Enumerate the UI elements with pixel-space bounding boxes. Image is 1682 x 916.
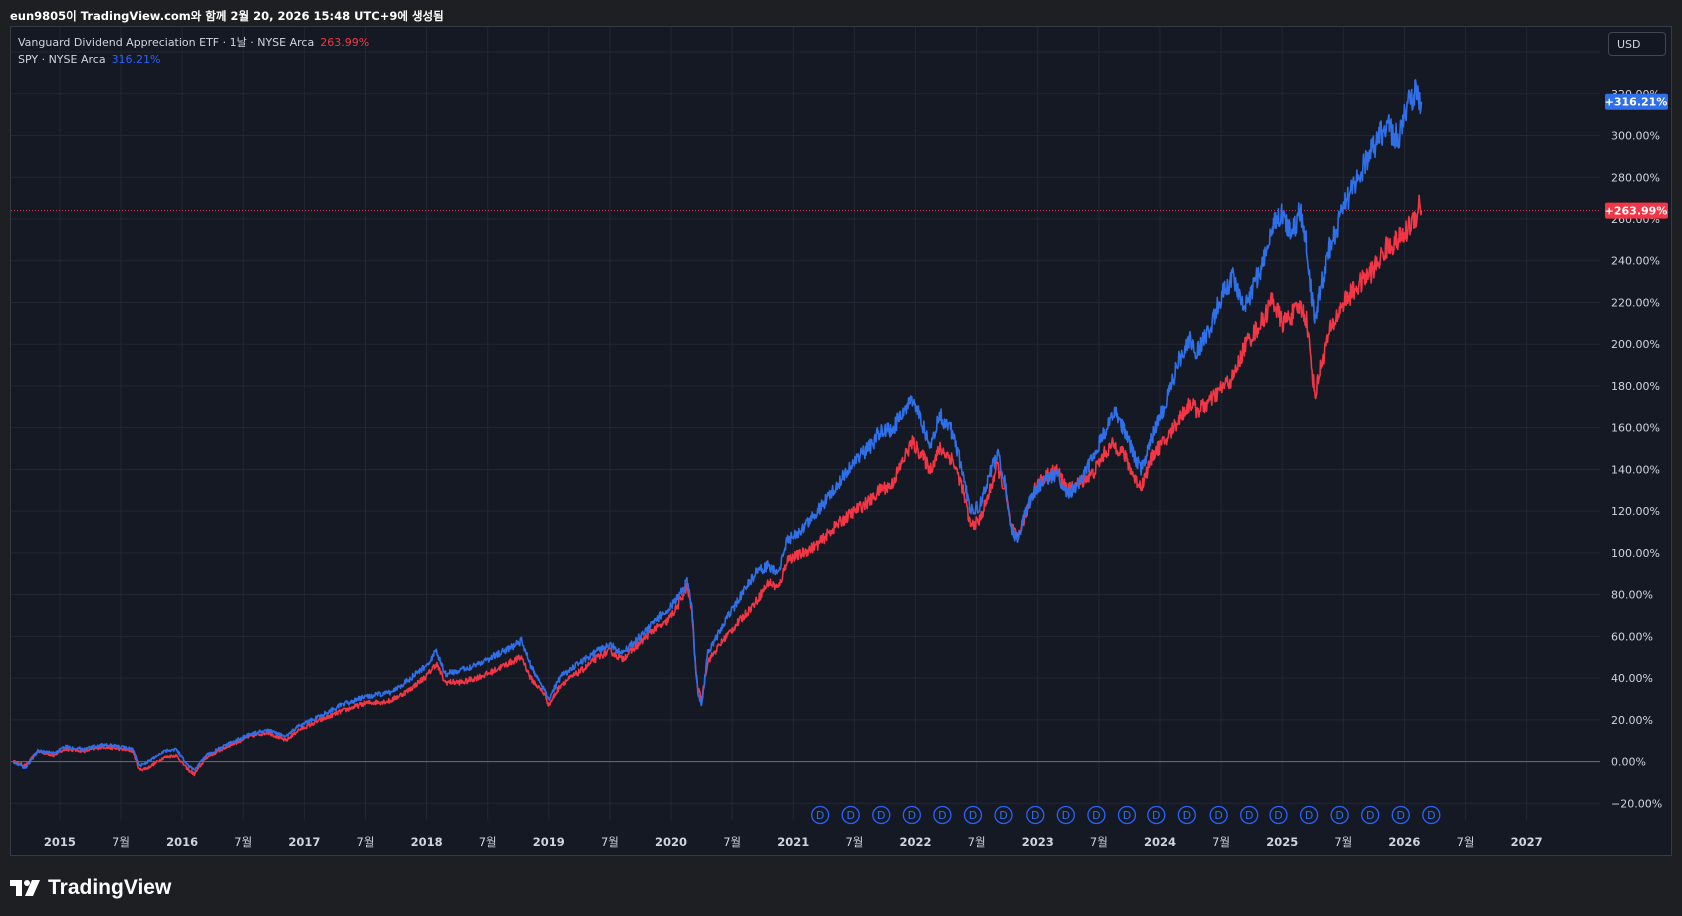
- y-tick-label: 80.00%: [1611, 589, 1653, 602]
- x-tick-label: 2015: [44, 835, 76, 849]
- dividend-marker-label: D: [1031, 809, 1039, 822]
- x-tick-label: 7월: [1334, 835, 1352, 849]
- y-tick-label: 20.00%: [1611, 714, 1653, 727]
- series-line-spy[interactable]: [12, 79, 1423, 771]
- legend-label-vig: Vanguard Dividend Appreciation ETF · 1날 …: [18, 36, 315, 49]
- x-tick-label: 7월: [968, 835, 986, 849]
- comparison-line-chart[interactable]: −20.00% 0.00% 20.00% 40.00% 60.00% 80.00% 100.…: [0, 0, 1682, 916]
- x-tick-label: 2024: [1144, 835, 1176, 849]
- x-tick-label: 2022: [899, 835, 931, 849]
- dividend-marker-label: D: [1245, 809, 1253, 822]
- legend-row-vig[interactable]: Vanguard Dividend Appreciation ETF · 1날 …: [18, 34, 369, 51]
- y-tick-label: 160.00%: [1611, 422, 1660, 435]
- dividend-marker-label: D: [1214, 809, 1222, 822]
- dividend-marker-label: D: [1152, 809, 1160, 822]
- x-tick-label: 7월: [234, 835, 252, 849]
- dividend-marker-label: D: [877, 809, 885, 822]
- footer-brand: TradingView: [10, 874, 171, 902]
- legend-row-spy[interactable]: SPY · NYSE Arca 316.21%: [18, 51, 369, 68]
- y-tick-label: 300.00%: [1611, 130, 1660, 143]
- dividend-marker-label: D: [999, 809, 1007, 822]
- x-tick-label: 7월: [479, 835, 497, 849]
- y-tick-label: 0.00%: [1611, 756, 1646, 769]
- x-tick-label: 7월: [601, 835, 619, 849]
- dividend-marker-label: D: [846, 809, 854, 822]
- x-tick-label: 2027: [1511, 835, 1543, 849]
- legend-value-vig: 263.99%: [320, 36, 370, 49]
- series-legend: Vanguard Dividend Appreciation ETF · 1날 …: [18, 34, 369, 68]
- dividend-marker-label: D: [1335, 809, 1343, 822]
- dividend-marker-label: D: [1366, 809, 1374, 822]
- x-tick-label: 2017: [288, 835, 320, 849]
- x-tick-label: 2023: [1022, 835, 1054, 849]
- dividend-marker-label: D: [1123, 809, 1131, 822]
- y-tick-label: 100.00%: [1611, 547, 1660, 560]
- last-value-badge-label: +263.99%: [1605, 205, 1668, 218]
- dividend-marker-label: D: [816, 809, 824, 822]
- x-tick-label: 7월: [112, 835, 130, 849]
- x-tick-label: 2016: [166, 835, 198, 849]
- y-tick-label: 240.00%: [1611, 255, 1660, 268]
- x-tick-label: 7월: [357, 835, 375, 849]
- y-tick-label: 200.00%: [1611, 338, 1660, 351]
- x-tick-label: 2020: [655, 835, 687, 849]
- x-tick-label: 7월: [1212, 835, 1230, 849]
- dividend-marker-label: D: [969, 809, 977, 822]
- brand-name: TradingView: [48, 876, 172, 899]
- y-tick-label: 140.00%: [1611, 463, 1660, 476]
- y-tick-label: 120.00%: [1611, 505, 1660, 518]
- last-value-badge-label: +316.21%: [1605, 96, 1668, 109]
- y-tick-label: 40.00%: [1611, 672, 1653, 685]
- series-line-vig[interactable]: [12, 194, 1423, 777]
- x-tick-label: 7월: [845, 835, 863, 849]
- legend-label-spy: SPY · NYSE Arca: [18, 53, 106, 66]
- y-tick-label: 280.00%: [1611, 171, 1660, 184]
- dividend-marker-label: D: [1274, 809, 1282, 822]
- x-tick-label: 2018: [411, 835, 443, 849]
- y-tick-label: 60.00%: [1611, 630, 1653, 643]
- dividend-marker-label: D: [1305, 809, 1313, 822]
- dividend-marker-label: D: [1397, 809, 1405, 822]
- x-tick-label: 2026: [1388, 835, 1420, 849]
- tradingview-logo-icon: [10, 880, 40, 896]
- currency-selector[interactable]: USD: [1608, 32, 1666, 56]
- y-tick-label: −20.00%: [1611, 797, 1662, 810]
- x-tick-label: 7월: [723, 835, 741, 849]
- dividend-marker-label: D: [1427, 809, 1435, 822]
- x-tick-label: 7월: [1090, 835, 1108, 849]
- x-tick-label: 2019: [533, 835, 565, 849]
- dividend-marker-label: D: [1062, 809, 1070, 822]
- y-tick-label: 220.00%: [1611, 296, 1660, 309]
- x-tick-label: 2025: [1266, 835, 1298, 849]
- x-tick-label: 2021: [777, 835, 809, 849]
- x-tick-label: 7월: [1457, 835, 1475, 849]
- dividend-marker-label: D: [1092, 809, 1100, 822]
- y-tick-label: 180.00%: [1611, 380, 1660, 393]
- legend-value-spy: 316.21%: [111, 53, 161, 66]
- dividend-marker-label: D: [938, 809, 946, 822]
- dividend-marker-label: D: [1183, 809, 1191, 822]
- dividend-marker-label: D: [908, 809, 916, 822]
